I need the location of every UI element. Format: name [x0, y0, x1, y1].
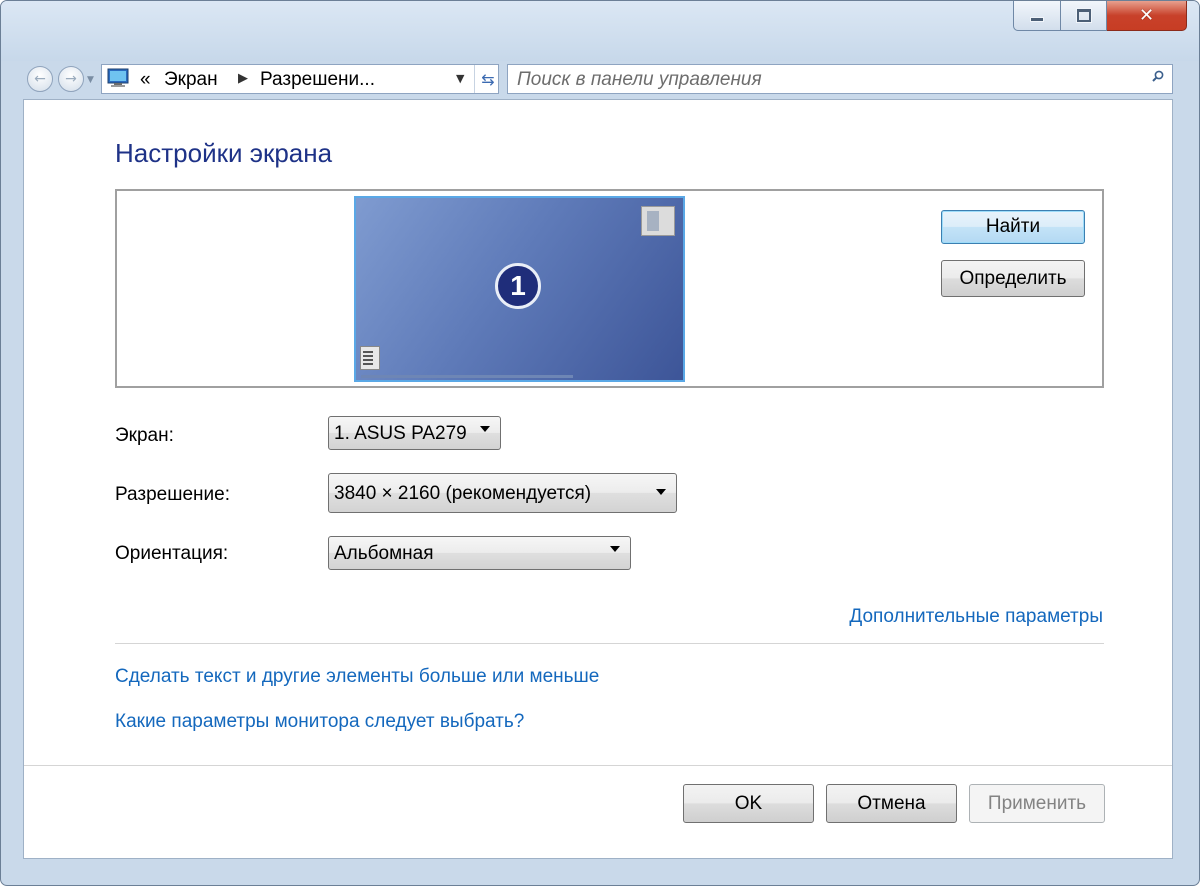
ok-button-label: OK	[734, 792, 763, 814]
apply-button-label: Применить	[987, 792, 1087, 814]
search-icon[interactable]	[1152, 70, 1164, 82]
resolution-select[interactable]: 3840 × 2160 (рекомендуется)	[328, 473, 677, 513]
breadcrumb-item-resolution[interactable]: Разрешени...	[260, 69, 375, 91]
control-panel-window: ✕ ← → ▼ « Экран ▶ Разрешени... ▼ ⇆ Поиск…	[0, 0, 1200, 886]
address-history-chevron-down-icon[interactable]: ▼	[456, 72, 464, 85]
find-button-label: Найти	[985, 216, 1041, 237]
start-menu-thumbnail-icon	[360, 346, 380, 370]
display-preview-area: 1 Найти Определить	[115, 189, 1104, 388]
caption-buttons: ✕	[1013, 1, 1187, 33]
apply-button: Применить	[969, 784, 1105, 823]
close-button[interactable]: ✕	[1107, 1, 1187, 31]
orientation-label: Ориентация:	[115, 543, 229, 564]
forward-arrow-icon: →	[65, 71, 77, 87]
address-bar[interactable]: « Экран ▶ Разрешени... ▼ ⇆	[101, 64, 499, 94]
back-arrow-icon: ←	[34, 71, 46, 87]
recent-pages-chevron-down-icon[interactable]: ▼	[87, 75, 94, 85]
control-panel-icon	[107, 68, 129, 87]
chevron-down-icon	[480, 426, 490, 432]
cancel-button[interactable]: Отмена	[826, 784, 957, 823]
maximize-button[interactable]	[1061, 1, 1107, 31]
display-label: Экран:	[115, 425, 174, 446]
identify-button[interactable]: Определить	[941, 260, 1085, 297]
orientation-select[interactable]: Альбомная	[328, 536, 631, 570]
search-box[interactable]: Поиск в панели управления	[507, 64, 1173, 94]
ok-button[interactable]: OK	[683, 784, 814, 823]
maximize-icon	[1075, 8, 1092, 23]
monitor-number-badge: 1	[495, 263, 541, 309]
breadcrumb-separator-icon[interactable]: ▶	[238, 71, 248, 86]
find-button[interactable]: Найти	[941, 210, 1085, 244]
minimize-icon	[1030, 17, 1044, 22]
forward-button[interactable]: →	[58, 66, 84, 92]
gadget-thumbnail-icon	[641, 206, 675, 236]
display-select[interactable]: 1. ASUS PA279	[328, 416, 501, 450]
monitor-settings-help-link[interactable]: Какие параметры монитора следует выбрать…	[115, 711, 524, 733]
minimize-button[interactable]	[1013, 1, 1061, 31]
back-button[interactable]: ←	[27, 66, 53, 92]
navigation-bar: ← → ▼ « Экран ▶ Разрешени... ▼ ⇆ Поиск в…	[1, 61, 1199, 99]
page-title: Настройки экрана	[115, 138, 333, 168]
chevron-down-icon	[610, 546, 620, 552]
footer-divider	[24, 765, 1172, 766]
breadcrumb-prefix[interactable]: «	[140, 69, 151, 91]
resolution-label: Разрешение:	[115, 484, 231, 505]
refresh-button[interactable]: ⇆	[474, 65, 501, 93]
text-size-link[interactable]: Сделать текст и другие элементы больше и…	[115, 666, 599, 688]
close-icon: ✕	[1138, 5, 1155, 26]
resolution-select-value: 3840 × 2160 (рекомендуется)	[334, 483, 592, 504]
cancel-button-label: Отмена	[857, 792, 926, 814]
orientation-select-value: Альбомная	[334, 543, 434, 564]
taskbar-thumbnail	[361, 375, 573, 378]
divider	[115, 643, 1104, 644]
identify-button-label: Определить	[959, 267, 1067, 289]
chevron-down-icon	[656, 489, 666, 495]
breadcrumb-item-display[interactable]: Экран	[164, 69, 218, 91]
search-input[interactable]: Поиск в панели управления	[517, 69, 762, 91]
advanced-settings-link[interactable]: Дополнительные параметры	[849, 606, 1103, 628]
main-content: Настройки экрана 1 Найти Определить Экра…	[23, 99, 1173, 859]
monitor-preview-1[interactable]: 1	[354, 196, 685, 382]
refresh-icon: ⇆	[481, 69, 495, 89]
display-select-value: 1. ASUS PA279	[334, 423, 467, 444]
